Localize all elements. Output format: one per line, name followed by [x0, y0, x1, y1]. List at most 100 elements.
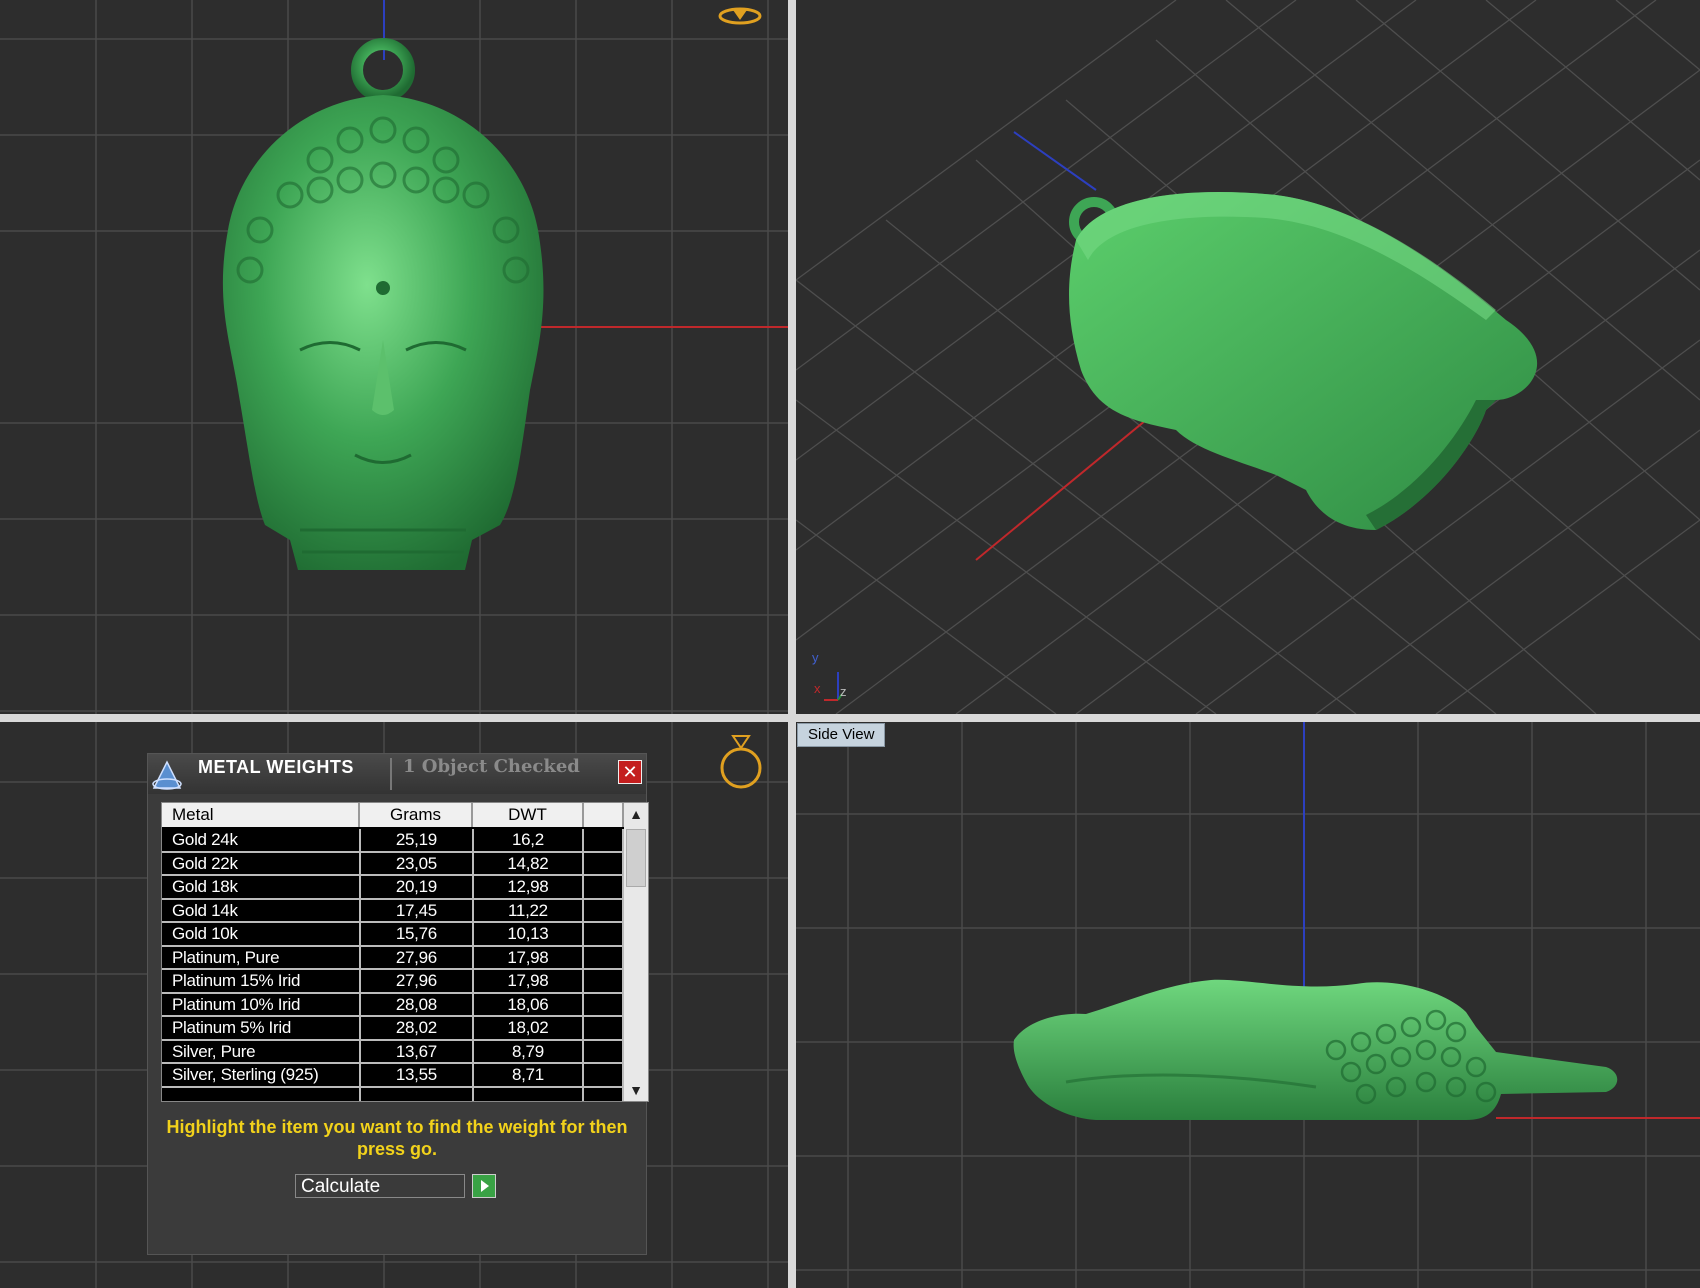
cell-grams: 13,67	[361, 1040, 474, 1064]
cell-metal: Gold 10k	[162, 923, 362, 947]
calculate-field[interactable]: Calculate	[295, 1174, 465, 1198]
cell-extra	[584, 946, 624, 970]
cell-dwt: 18,02	[473, 1017, 585, 1041]
chevron-down-icon: ▼	[629, 1082, 643, 1098]
table-row[interactable]: Platinum 5% Irid 28,02 18,02	[162, 1017, 624, 1041]
dialog-title: METAL WEIGHTS	[198, 757, 354, 777]
cell-grams: 28,08	[361, 993, 474, 1017]
table-header: Metal Grams DWT	[162, 803, 624, 827]
table-row[interactable]: Silver, Pure 13,67 8,79	[162, 1040, 624, 1064]
cell-dwt	[474, 1087, 585, 1101]
go-button[interactable]	[472, 1174, 496, 1198]
close-icon: ✕	[622, 762, 638, 782]
perspective-view-canvas[interactable]: y x z	[796, 0, 1700, 714]
table-row[interactable]: Gold 10k 15,76 10,13	[162, 923, 624, 947]
buddha-side-model[interactable]	[1013, 979, 1618, 1120]
scroll-down-button[interactable]: ▼	[624, 1079, 648, 1101]
objects-checked-status: 1 Object Checked	[403, 756, 580, 777]
table-row[interactable]: Gold 22k 23,05 14,82	[162, 852, 624, 876]
cell-extra	[584, 829, 624, 853]
table-row[interactable]: Gold 18k 20,19 12,98	[162, 876, 624, 900]
perspective-axis-gizmo: y x z	[812, 650, 847, 701]
column-header-dwt[interactable]: DWT	[473, 803, 584, 827]
dialog-header[interactable]: METAL WEIGHTS 1 Object Checked ✕	[148, 754, 646, 794]
buddha-perspective-model[interactable]	[1069, 192, 1538, 530]
cell-grams: 27,96	[361, 970, 474, 994]
cell-dwt: 8,71	[473, 1064, 585, 1088]
cell-dwt: 8,79	[473, 1040, 585, 1064]
cell-grams: 20,19	[361, 876, 474, 900]
cell-grams: 15,76	[361, 923, 474, 947]
cell-grams: 27,96	[361, 946, 474, 970]
metal-weights-table[interactable]: Metal Grams DWT Gold 24k 25,19 16,2 Gold 2…	[161, 802, 649, 1102]
cell-dwt: 14,82	[473, 852, 585, 876]
cell-dwt: 17,98	[473, 970, 585, 994]
ring-icon[interactable]	[718, 7, 762, 25]
close-button[interactable]: ✕	[618, 760, 642, 784]
cell-extra	[584, 899, 624, 923]
column-header-grams[interactable]: Grams	[360, 803, 473, 827]
perspective-viewport[interactable]: y x z	[796, 0, 1700, 714]
buddha-front-model[interactable]	[222, 38, 544, 570]
play-icon	[481, 1180, 489, 1192]
cell-grams: 25,19	[361, 829, 474, 853]
axis-label-x: x	[814, 681, 821, 696]
cell-extra	[584, 993, 624, 1017]
axis-label-z: z	[840, 684, 847, 699]
ring-icon-large[interactable]	[720, 735, 762, 789]
cell-dwt: 16,2	[473, 829, 585, 853]
side-view-label[interactable]: Side View	[797, 723, 886, 747]
cell-dwt: 12,98	[473, 876, 585, 900]
cell-extra	[584, 876, 624, 900]
metal-weights-dialog[interactable]: METAL WEIGHTS 1 Object Checked ✕ Metal G…	[147, 753, 649, 1255]
cell-extra	[584, 923, 624, 947]
cell-extra	[584, 1087, 624, 1101]
cell-dwt: 18,06	[473, 993, 585, 1017]
cell-grams: 17,45	[361, 899, 474, 923]
table-row[interactable]: Platinum 10% Irid 28,08 18,06	[162, 993, 624, 1017]
cell-grams: 23,05	[361, 852, 474, 876]
cell-metal: Gold 18k	[162, 876, 362, 900]
cell-metal: Platinum 15% Irid	[162, 970, 362, 994]
cell-metal: Gold 22k	[162, 852, 362, 876]
instruction-text: Highlight the item you want to find the …	[166, 1117, 628, 1159]
table-row[interactable]: Silver, Sterling (925) 13,55 8,71	[162, 1064, 624, 1088]
perspective-axis-z	[1013, 131, 1097, 191]
perspective-axis-x	[975, 419, 1147, 561]
side-view-canvas[interactable]	[796, 722, 1700, 1288]
cell-metal: Platinum 5% Irid	[162, 1017, 362, 1041]
chevron-up-icon: ▲	[629, 806, 643, 822]
table-row[interactable]: Platinum 15% Irid 27,96 17,98	[162, 970, 624, 994]
cell-metal	[162, 1087, 362, 1101]
front-viewport[interactable]	[0, 0, 788, 714]
table-row[interactable]	[162, 1087, 624, 1101]
scroll-up-button[interactable]: ▲	[624, 803, 648, 825]
front-view-canvas[interactable]	[0, 0, 788, 714]
cell-metal: Gold 14k	[162, 899, 362, 923]
axis-label-y: y	[812, 650, 819, 665]
cell-dwt: 10,13	[473, 923, 585, 947]
viewport-divider-horizontal[interactable]	[0, 714, 1700, 722]
viewport-divider-vertical[interactable]	[788, 0, 796, 1288]
top-viewport[interactable]: METAL WEIGHTS 1 Object Checked ✕ Metal G…	[0, 722, 788, 1288]
cell-dwt: 17,98	[473, 946, 585, 970]
side-viewport[interactable]	[796, 722, 1700, 1288]
cell-metal: Platinum 10% Irid	[162, 993, 362, 1017]
cell-extra	[584, 1040, 624, 1064]
cell-metal: Silver, Pure	[162, 1040, 362, 1064]
cell-dwt: 11,22	[473, 899, 585, 923]
cell-extra	[584, 852, 624, 876]
cell-extra	[584, 1064, 624, 1088]
cell-extra	[584, 970, 624, 994]
header-separator	[390, 758, 392, 790]
table-row[interactable]: Gold 24k 25,19 16,2	[162, 829, 624, 853]
table-body: Gold 24k 25,19 16,2 Gold 22k 23,05 14,82 Gol…	[162, 829, 624, 1101]
cell-metal: Gold 24k	[162, 829, 362, 853]
table-row[interactable]: Gold 14k 17,45 11,22	[162, 899, 624, 923]
table-row[interactable]: Platinum, Pure 27,96 17,98	[162, 946, 624, 970]
scroll-thumb[interactable]	[626, 829, 646, 887]
cell-extra	[584, 1017, 624, 1041]
table-scrollbar[interactable]: ▲ ▼	[624, 803, 648, 1101]
column-header-metal[interactable]: Metal	[162, 803, 360, 827]
cell-grams	[361, 1087, 474, 1101]
